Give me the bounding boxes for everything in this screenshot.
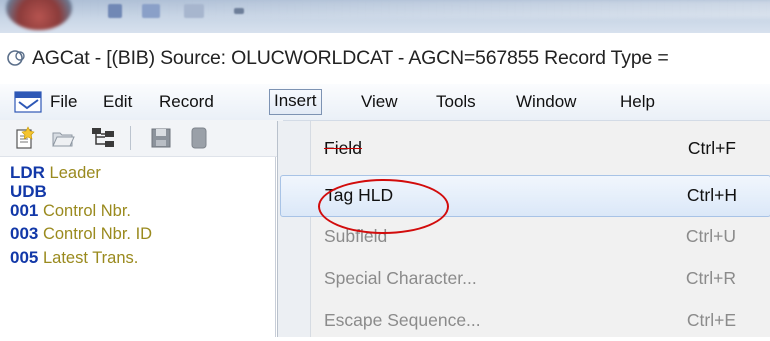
window-title: AGCat - [(BIB) Source: OLUCWORLDCAT - AG…: [32, 47, 669, 69]
list-item[interactable]: 001 Control Nbr.: [10, 201, 131, 221]
app-icon: [7, 50, 25, 66]
toolbar-separator: [130, 126, 131, 150]
menu-item-escape-sequence[interactable]: Escape Sequence... Ctrl+E: [280, 301, 769, 341]
menu-item-label: Escape Sequence...: [324, 310, 481, 330]
field-tag: UDB: [10, 182, 47, 201]
list-item[interactable]: 003 Control Nbr. ID: [10, 224, 152, 244]
customize-quick-access-icon[interactable]: [234, 8, 244, 14]
office-orb-icon[interactable]: [6, 0, 72, 30]
field-tag: 003: [10, 224, 39, 243]
menu-view[interactable]: View: [361, 90, 398, 114]
title-bar: AGCat - [(BIB) Source: OLUCWORLDCAT - AG…: [0, 33, 770, 84]
open-folder-icon[interactable]: [50, 125, 76, 151]
undo-icon[interactable]: [142, 4, 160, 18]
field-description: Latest Trans.: [42, 249, 139, 267]
list-item[interactable]: LDR Leader: [10, 163, 101, 183]
redo-icon[interactable]: [184, 4, 204, 18]
new-record-icon[interactable]: [12, 125, 38, 151]
menu-insert[interactable]: Insert: [269, 89, 322, 115]
menu-item-label: Special Character...: [324, 268, 477, 288]
annotation-circle: [318, 179, 449, 234]
toolbar: [0, 120, 283, 157]
record-tag-list: LDR Leader UDB 001 Control Nbr. 003 Cont…: [0, 157, 276, 337]
menu-item-field[interactable]: Field Ctrl+F: [280, 129, 769, 169]
menu-edit[interactable]: Edit: [103, 90, 132, 114]
marc-icon[interactable]: [14, 91, 44, 113]
menu-item-label: Field: [324, 138, 362, 158]
field-description: Leader: [49, 164, 101, 182]
menu-file[interactable]: File: [50, 90, 77, 114]
field-tag: LDR: [10, 163, 45, 182]
list-item[interactable]: UDB: [10, 182, 47, 202]
field-tag: 005: [10, 248, 39, 267]
menu-item-shortcut: Ctrl+E: [686, 310, 736, 330]
menu-bar: File Edit Record Insert View Tools Windo…: [0, 84, 770, 121]
menu-window[interactable]: Window: [516, 90, 576, 114]
menu-item-special-character[interactable]: Special Character... Ctrl+R: [280, 259, 769, 299]
field-tag: 001: [10, 201, 39, 220]
list-item[interactable]: 005 Latest Trans.: [10, 248, 138, 268]
record-icon[interactable]: [186, 125, 212, 151]
field-description: Control Nbr.: [42, 202, 132, 220]
menu-tools[interactable]: Tools: [436, 90, 476, 114]
menu-item-shortcut: Ctrl+R: [685, 268, 736, 288]
window-chrome: [0, 0, 770, 33]
menu-item-shortcut: Ctrl+H: [686, 185, 737, 205]
hierarchy-icon[interactable]: [90, 125, 116, 151]
menu-help[interactable]: Help: [620, 90, 655, 114]
menu-item-shortcut: Ctrl+F: [687, 138, 736, 158]
menu-item-shortcut: Ctrl+U: [685, 226, 736, 246]
menu-record[interactable]: Record: [159, 90, 214, 114]
save-icon[interactable]: [148, 125, 174, 151]
quick-save-icon[interactable]: [108, 4, 122, 18]
quick-access-background: [78, 0, 770, 18]
field-description: Control Nbr. ID: [42, 225, 153, 243]
